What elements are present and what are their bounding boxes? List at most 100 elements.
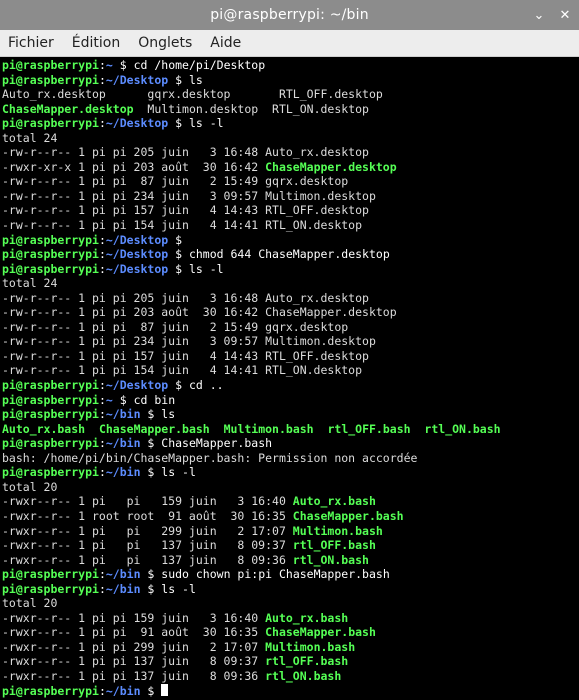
terminal-line: -rw-r--r-- 1 pi pi 154 juin 4 14:41 RTL_…: [2, 218, 579, 233]
menu-bar: Fichier Édition Onglets Aide: [0, 30, 579, 57]
prompt-user: pi@raspberrypi: [2, 261, 99, 276]
close-icon[interactable]: ✕: [557, 8, 573, 23]
executable-name: rtl_OFF.bash: [265, 654, 349, 669]
terminal-text: :: [98, 116, 106, 131]
terminal-line: pi@raspberrypi:~/Desktop $ ls -l: [2, 116, 579, 131]
output-text: -rw-r--r-- 1 pi pi 87 juin 2 15:49 gqrx.…: [2, 319, 349, 334]
prompt-path: ~/Desktop: [105, 378, 169, 393]
output-text: total 24: [2, 130, 58, 145]
prompt-path: ~/bin: [105, 567, 141, 582]
output-text: -rwxr--r-- 1 pi pi 159 juin 3 16:40: [2, 494, 293, 509]
executable-name: Auto_rx.bash: [265, 610, 349, 625]
prompt-path: ~/Desktop: [105, 261, 169, 276]
output-text: -rw-r--r-- 1 pi pi 87 juin 2 15:49 gqrx.…: [2, 174, 349, 189]
prompt-user: pi@raspberrypi: [2, 436, 99, 451]
terminal-line: Auto_rx.bash ChaseMapper.bash Multimon.b…: [2, 422, 579, 437]
output-text: -rwxr--r-- 1 pi pi 299 juin 2 17:07: [2, 523, 293, 538]
terminal-line: total 24: [2, 276, 579, 291]
terminal-line: pi@raspberrypi:~/bin $: [2, 683, 579, 699]
menu-edition[interactable]: Édition: [72, 35, 120, 51]
terminal-line: -rwxr--r-- 1 pi pi 299 juin 2 17:07 Mult…: [2, 640, 579, 655]
terminal-text: :: [98, 378, 106, 393]
terminal-text: :: [98, 567, 106, 582]
executable-name: rtl_OFF.bash: [327, 421, 411, 436]
prompt-path: ~: [105, 392, 113, 407]
menu-onglets[interactable]: Onglets: [138, 35, 192, 51]
output-text: Multimon.desktop RTL_ON.desktop: [133, 101, 369, 116]
terminal-text: $ ls: [140, 407, 176, 422]
terminal-text: $ ls -l: [168, 116, 224, 131]
prompt-user: pi@raspberrypi: [2, 407, 99, 422]
window-title: pi@raspberrypi: ~/bin: [210, 7, 369, 23]
window-controls: ⌄ ✕: [531, 0, 573, 30]
output-text: -rw-r--r-- 1 pi pi 234 juin 3 09:57 Mult…: [2, 334, 376, 349]
output-text: -rwxr--r-- 1 pi pi 159 juin 3 16:40: [2, 610, 266, 625]
prompt-path: ~/Desktop: [105, 116, 169, 131]
terminal-text: :: [98, 247, 106, 262]
terminal-line: -rw-r--r-- 1 pi pi 234 juin 3 09:57 Mult…: [2, 334, 579, 349]
prompt-path: ~/bin: [105, 407, 141, 422]
terminal-text: $ ls -l: [140, 465, 196, 480]
output-text: -rw-r--r-- 1 pi pi 205 juin 3 16:48 Auto…: [2, 290, 369, 305]
terminal-line: -rw-r--r-- 1 pi pi 157 juin 4 14:43 RTL_…: [2, 203, 579, 218]
title-bar[interactable]: pi@raspberrypi: ~/bin ⌄ ✕: [0, 0, 579, 30]
chevron-down-icon[interactable]: ⌄: [531, 8, 547, 23]
terminal-line: -rw-r--r-- 1 pi pi 234 juin 3 09:57 Mult…: [2, 189, 579, 204]
terminal-text: :: [98, 232, 106, 247]
terminal-text: :: [98, 465, 106, 480]
terminal-line: ChaseMapper.desktop Multimon.desktop RTL…: [2, 102, 579, 117]
terminal-text: $ ls: [168, 72, 203, 87]
terminal-text: :: [98, 58, 106, 72]
terminal-text: $ cd bin: [112, 392, 176, 407]
terminal-line: pi@raspberrypi:~ $ cd /home/pi/Desktop: [2, 58, 579, 73]
output-text: -rwxr--r-- 1 pi pi 137 juin 8 09:37: [2, 654, 266, 669]
terminal-text: $ cd /home/pi/Desktop: [112, 58, 266, 72]
terminal-line: -rwxr--r-- 1 pi pi 137 juin 8 09:37 rtl_…: [2, 538, 579, 553]
executable-name: ChaseMapper.desktop: [265, 159, 397, 174]
output-text: -rwxr--r-- 1 pi pi 137 juin 8 09:36: [2, 552, 293, 567]
executable-name: Multimon.bash: [223, 421, 314, 436]
terminal-line: -rw-r--r-- 1 pi pi 205 juin 3 16:48 Auto…: [2, 291, 579, 306]
prompt-user: pi@raspberrypi: [2, 392, 99, 407]
prompt-path: ~/bin: [105, 683, 141, 698]
prompt-user: pi@raspberrypi: [2, 683, 99, 698]
executable-name: Multimon.bash: [292, 523, 383, 538]
terminal-line: pi@raspberrypi:~/Desktop $ ls: [2, 73, 579, 88]
prompt-user: pi@raspberrypi: [2, 465, 99, 480]
terminal-text: :: [98, 581, 106, 596]
terminal-text: :: [98, 392, 106, 407]
prompt-user: pi@raspberrypi: [2, 247, 99, 262]
output-text: total 24: [2, 276, 58, 291]
terminal-line: bash: /home/pi/bin/ChaseMapper.bash: Per…: [2, 451, 579, 466]
output-text: -rw-r--r-- 1 pi pi 234 juin 3 09:57 Mult…: [2, 188, 376, 203]
terminal-line: -rwxr--r-- 1 pi pi 299 juin 2 17:07 Mult…: [2, 524, 579, 539]
prompt-user: pi@raspberrypi: [2, 567, 99, 582]
prompt-user: pi@raspberrypi: [2, 581, 99, 596]
terminal-text: :: [98, 72, 106, 87]
executable-name: rtl_ON.bash: [424, 421, 501, 436]
terminal-output[interactable]: pi@raspberrypi:~ $ cd /home/pi/Desktop pi…: [0, 57, 579, 700]
cursor: [161, 683, 169, 696]
terminal-line: -rw-r--r-- 1 pi pi 205 juin 3 16:48 Auto…: [2, 145, 579, 160]
menu-fichier[interactable]: Fichier: [8, 35, 54, 51]
terminal-line: -rwxr--r-- 1 pi pi 159 juin 3 16:40 Auto…: [2, 611, 579, 626]
prompt-user: pi@raspberrypi: [2, 116, 99, 131]
output-text: Auto_rx.desktop gqrx.desktop RTL_OFF.des…: [2, 87, 383, 102]
output-text: bash: /home/pi/bin/ChaseMapper.bash: Per…: [2, 450, 418, 465]
terminal-window: pi@raspberrypi: ~/bin ⌄ ✕ Fichier Éditio…: [0, 0, 579, 700]
terminal-line: -rwxr--r-- 1 pi pi 91 août 30 16:35 Chas…: [2, 625, 579, 640]
executable-name: ChaseMapper.bash: [265, 625, 376, 640]
prompt-path: ~/bin: [105, 465, 141, 480]
executable-name: rtl_OFF.bash: [292, 538, 376, 553]
menu-aide[interactable]: Aide: [210, 35, 241, 51]
output-text: -rw-r--r-- 1 pi pi 203 août 30 16:42 Cha…: [2, 305, 397, 320]
prompt-user: pi@raspberrypi: [2, 232, 99, 247]
executable-name: Multimon.bash: [265, 639, 356, 654]
executable-name: rtl_ON.bash: [292, 552, 369, 567]
output-text: -rwxr--r-- 1 pi pi 137 juin 8 09:37: [2, 538, 293, 553]
output-text: -rw-r--r-- 1 pi pi 205 juin 3 16:48 Auto…: [2, 145, 369, 160]
terminal-text: $ sudo chown pi:pi ChaseMapper.bash: [140, 567, 390, 582]
terminal-text: :: [98, 261, 106, 276]
